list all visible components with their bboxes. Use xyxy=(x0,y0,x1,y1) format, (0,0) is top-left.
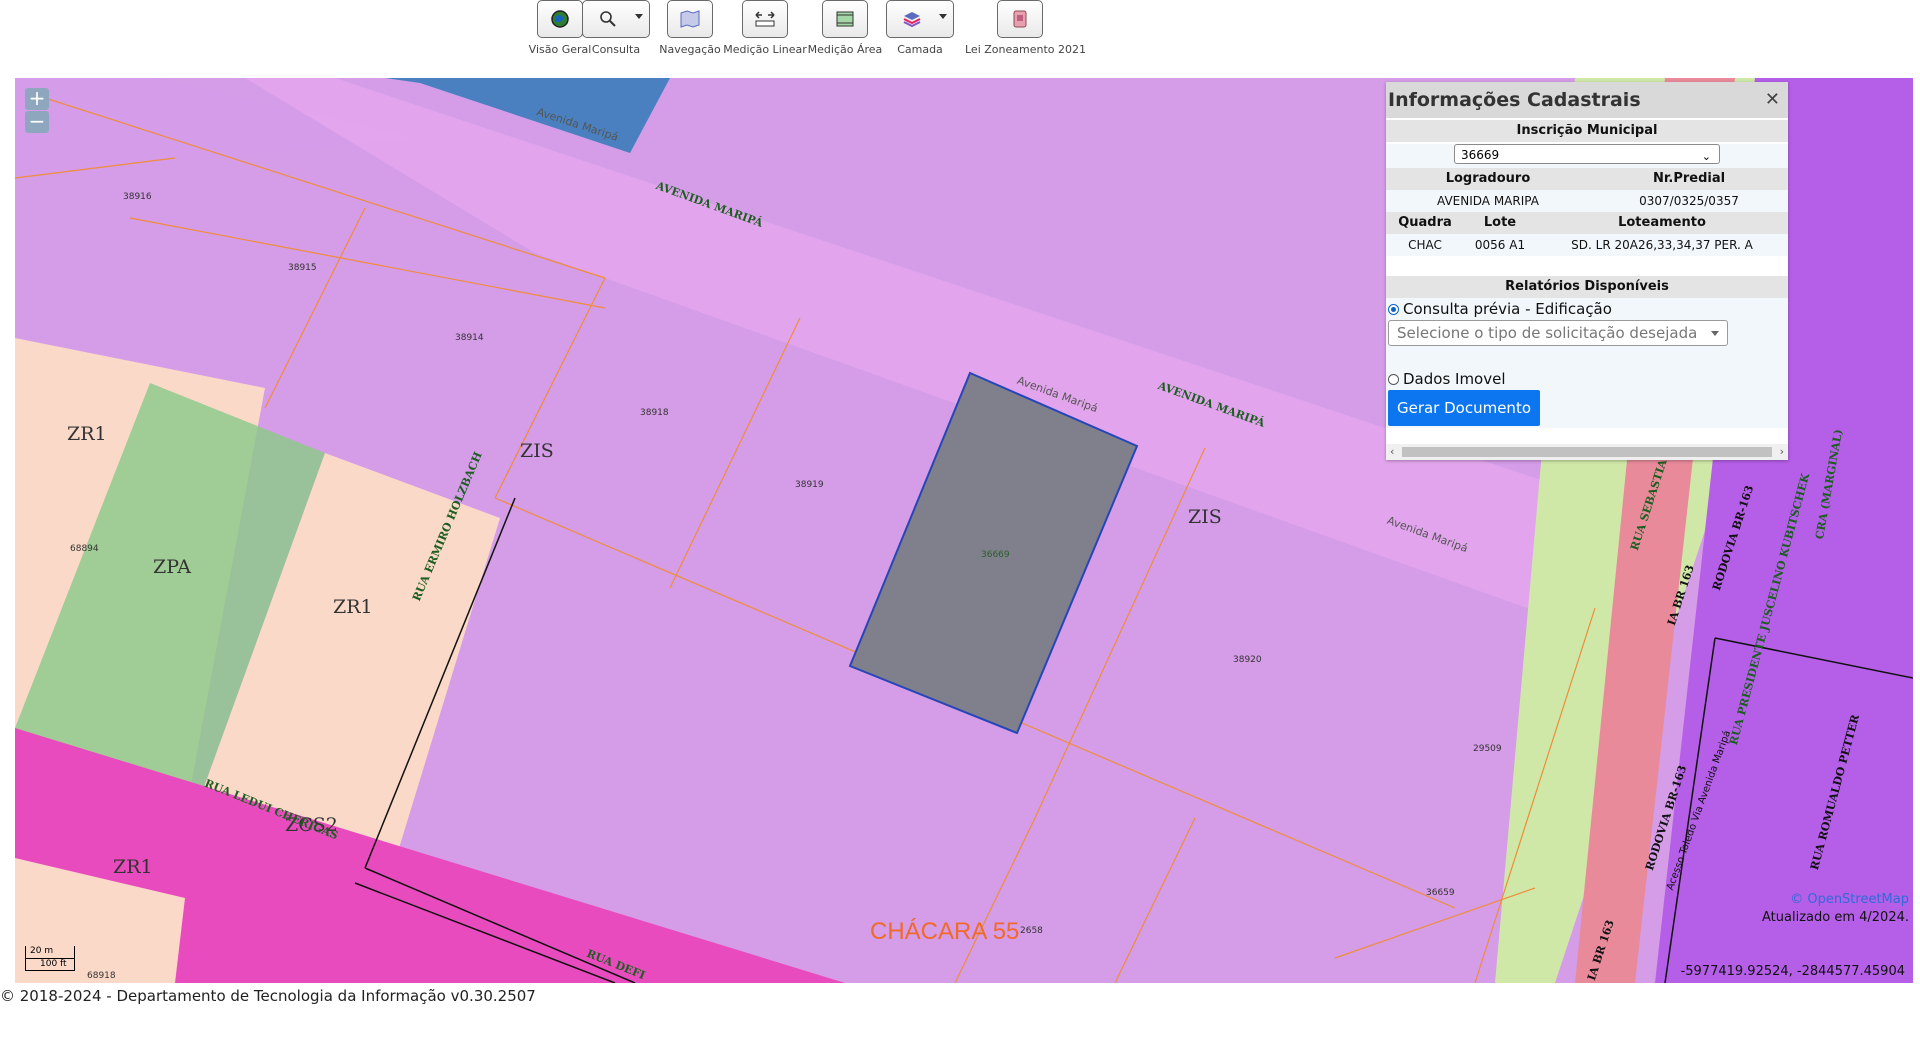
logradouro-row: AVENIDA MARIPA 0307/0325/0357 xyxy=(1386,190,1788,212)
mouse-coordinates: -5977419.92524, -2844577.45904 xyxy=(1680,964,1905,979)
panel-title-text: Informações Cadastrais xyxy=(1388,89,1641,111)
footer-copyright: © 2018-2024 - Departamento de Tecnologia… xyxy=(0,987,536,1005)
nrpredial-value: 0307/0325/0357 xyxy=(1639,194,1739,208)
lot-number: 36659 xyxy=(1426,888,1455,898)
zoom-in-button[interactable]: + xyxy=(25,88,49,110)
lot-number: 38918 xyxy=(640,408,669,418)
lot-number: 38915 xyxy=(288,263,317,273)
quadra-header-row: Quadra Lote Loteamento xyxy=(1386,212,1788,234)
lot-number: 68918 xyxy=(87,971,116,981)
inscricao-value: 36669 xyxy=(1461,148,1500,162)
logradouro-value: AVENIDA MARIPA xyxy=(1437,194,1539,208)
lote-header: Lote xyxy=(1483,215,1517,230)
gerar-documento-button[interactable]: Gerar Documento xyxy=(1388,390,1540,426)
zone-label: ZR1 xyxy=(113,856,153,878)
scroll-right-icon[interactable]: › xyxy=(1780,444,1784,460)
logradouro-header-row: Logradouro Nr.Predial xyxy=(1386,168,1788,190)
option-consulta-previa-label: Consulta prévia - Edificação xyxy=(1403,300,1612,318)
lot-number: 38919 xyxy=(795,480,824,490)
layers-icon xyxy=(903,12,921,28)
logradouro-header: Logradouro xyxy=(1445,171,1531,186)
quadra-row: CHAC 0056 A1 SD. LR 20A26,33,34,37 PER. … xyxy=(1386,234,1788,256)
scale-bar: 20 m 100 ft xyxy=(25,946,75,971)
option-dados-imovel-label: Dados Imovel xyxy=(1403,370,1506,388)
zone-label: ZIS xyxy=(1188,506,1222,528)
loteamento-header: Loteamento xyxy=(1618,215,1706,230)
magnifier-icon xyxy=(600,11,616,27)
scroll-left-icon[interactable]: ‹ xyxy=(1390,444,1394,460)
solicitacao-select[interactable]: Selecione o tipo de solicitação desejada xyxy=(1388,320,1728,346)
zone-label: ZR1 xyxy=(333,596,373,618)
panel-horizontal-scrollbar[interactable]: ‹ › xyxy=(1386,444,1788,460)
lot-number: 36669 xyxy=(981,550,1010,560)
tool-lei-zoneamento[interactable]: Lei Zoneamento 2021 xyxy=(965,0,1086,56)
lot-number: 38920 xyxy=(1233,655,1262,665)
option-dados-imovel[interactable]: Dados Imovel xyxy=(1386,368,1788,390)
tool-label: Camada xyxy=(897,43,943,56)
chevron-down-icon xyxy=(1711,331,1719,336)
quadra-value: CHAC xyxy=(1408,238,1442,252)
relatorios-header: Relatórios Disponíveis xyxy=(1386,276,1788,298)
lei-zoneamento-button[interactable] xyxy=(997,0,1043,38)
lot-number: 38914 xyxy=(455,333,484,343)
radio-dados-imovel[interactable] xyxy=(1388,373,1399,385)
quadra-header: Quadra xyxy=(1398,215,1452,230)
info-panel: Informações Cadastrais ✕ Inscrição Munic… xyxy=(1386,82,1788,460)
scale-imperial: 100 ft xyxy=(40,959,67,969)
chevron-down-icon xyxy=(939,14,947,19)
navegacao-button[interactable] xyxy=(667,0,713,38)
loteamento-value: SD. LR 20A26,33,34,37 PER. A xyxy=(1571,238,1753,252)
zone-label: ZR1 xyxy=(67,423,107,445)
lot-number: 38916 xyxy=(123,192,152,202)
place-label: CHÁCARA 55 xyxy=(870,918,1020,945)
medicao-area-button[interactable] xyxy=(822,0,868,38)
nrpredial-header: Nr.Predial xyxy=(1652,171,1726,186)
lot-number: 68894 xyxy=(70,544,99,554)
inscricao-select[interactable]: 36669 ⌄ xyxy=(1454,144,1720,164)
scale-metric: 20 m xyxy=(30,946,54,956)
osm-attribution-link[interactable]: © OpenStreetMap xyxy=(1762,891,1909,909)
tool-camada[interactable]: Camada xyxy=(865,0,975,56)
map-attribution: © OpenStreetMap Atualizado em 4/2024. xyxy=(1762,891,1909,927)
close-icon[interactable]: ✕ xyxy=(1765,82,1780,118)
ruler-icon xyxy=(755,11,775,27)
lot-number: 2658 xyxy=(1020,926,1043,936)
medicao-linear-button[interactable] xyxy=(742,0,788,38)
radio-consulta-previa[interactable] xyxy=(1388,303,1399,315)
lote-value: 0056 A1 xyxy=(1474,238,1526,252)
panel-title: Informações Cadastrais ✕ xyxy=(1386,82,1788,118)
option-consulta-previa[interactable]: Consulta prévia - Edificação xyxy=(1386,298,1788,320)
zoom-controls: + − xyxy=(25,88,49,134)
zoom-out-button[interactable]: − xyxy=(25,111,49,133)
inscricao-header: Inscrição Municipal xyxy=(1386,120,1788,142)
solicitacao-placeholder: Selecione o tipo de solicitação desejada xyxy=(1397,324,1698,342)
scrollbar-thumb[interactable] xyxy=(1402,447,1772,457)
chevron-down-icon: ⌄ xyxy=(1701,150,1711,163)
zone-label: ZPA xyxy=(153,556,191,578)
inscricao-row: 36669 ⌄ xyxy=(1386,144,1788,168)
tool-label: Lei Zoneamento 2021 xyxy=(965,43,1086,56)
lot-number: 29509 xyxy=(1473,744,1502,754)
relatorios-body: Consulta prévia - Edificação Selecione o… xyxy=(1386,298,1788,428)
camada-button[interactable] xyxy=(886,0,954,38)
book-icon xyxy=(1013,10,1027,28)
area-icon xyxy=(836,11,854,27)
updated-text: Atualizado em 4/2024. xyxy=(1762,910,1909,925)
zone-label: ZIS xyxy=(520,440,554,462)
map-icon xyxy=(680,10,700,28)
